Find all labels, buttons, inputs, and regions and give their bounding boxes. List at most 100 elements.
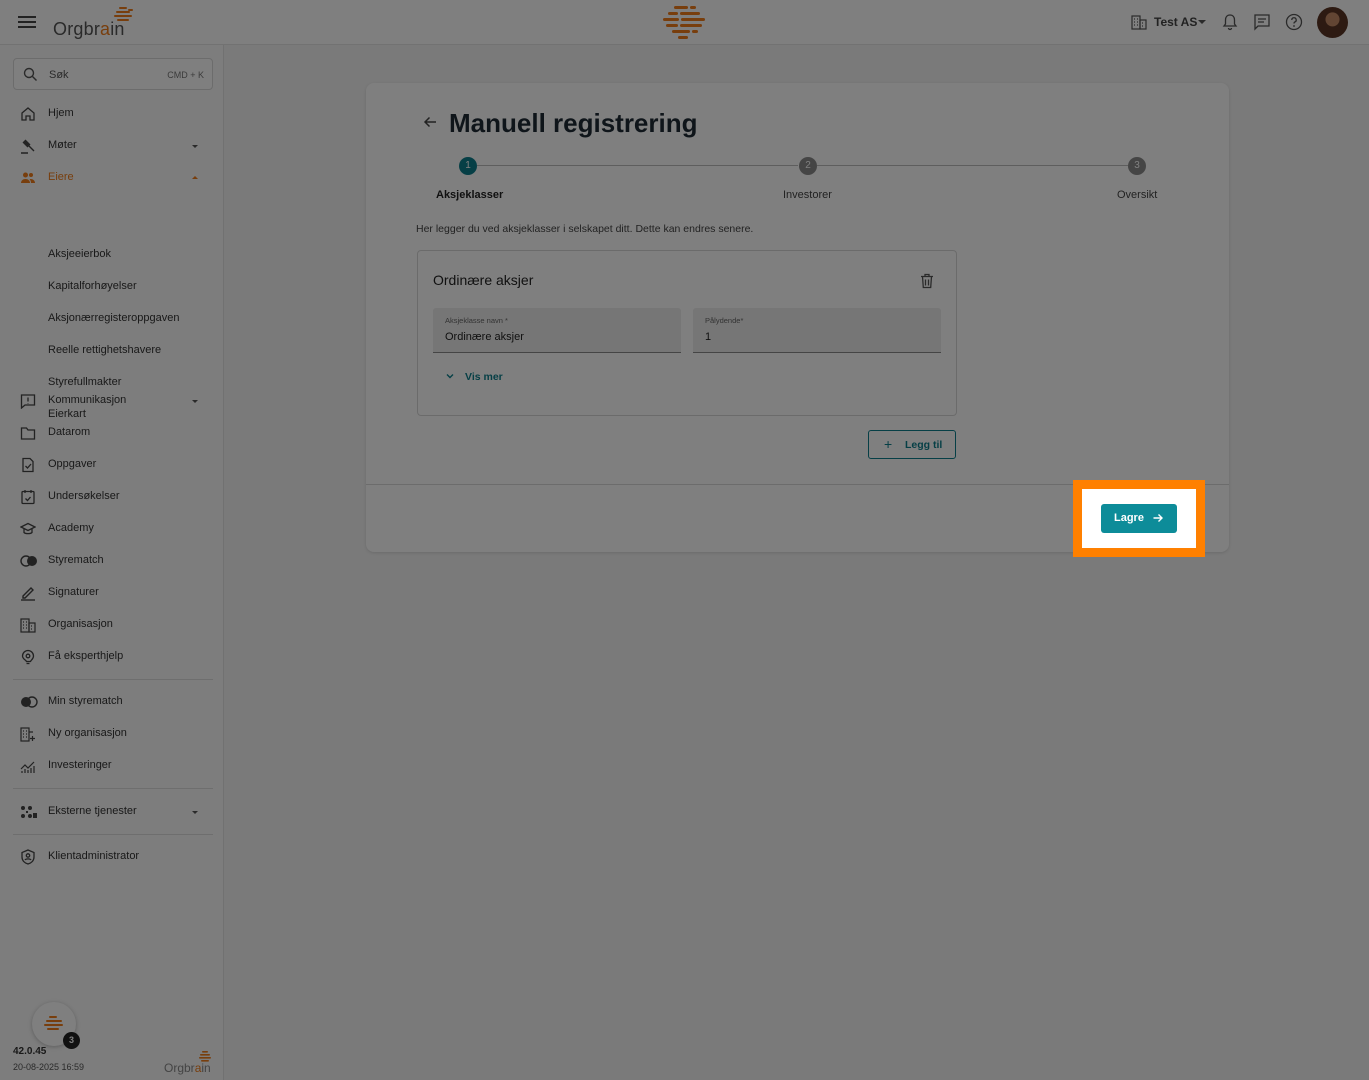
sidebar-item-organisasjon[interactable]: Organisasjon [13,612,213,638]
search-input[interactable]: Søk CMD + K [13,58,213,90]
graduation-cap-icon [20,522,36,535]
shield-user-icon [21,849,35,865]
building-icon [20,618,36,633]
help-icon[interactable] [1285,13,1303,31]
sidebar-subitem-kapitalforhoyelser[interactable]: Kapitalforhøyelser [48,280,137,292]
field-label: Pålydende* [705,316,744,325]
add-share-class-button[interactable]: + Legg til [868,430,956,459]
building-icon[interactable] [1131,14,1147,30]
sidebar-item-kommunikasjon[interactable]: Kommunikasjon [13,388,213,414]
top-bar: Orgbrain Test AS [0,0,1369,45]
sidebar-item-min-styrematch[interactable]: Min styrematch [13,689,213,715]
sidebar-item-ny-organisasjon[interactable]: Ny organisasjon [13,721,213,747]
sidebar-item-label: Undersøkelser [48,490,120,502]
folder-icon [20,427,36,440]
step-2-label: Investorer [783,189,832,201]
sidebar-item-eksperthjelp[interactable]: Få eksperthjelp [13,644,213,670]
sidebar-item-label: Kommunikasjon [48,394,127,406]
announcement-icon [20,394,36,409]
intro-text: Her legger du ved aksjeklasser i selskap… [416,223,754,235]
field-value: 1 [705,331,712,343]
chat-icon[interactable] [1253,13,1271,31]
sidebar-item-label: Signaturer [48,586,99,598]
sidebar-item-label: Ny organisasjon [48,727,127,739]
build-date: 20-08-2025 16:59 [13,1062,85,1072]
org-switcher[interactable]: Test AS [1154,15,1197,29]
app-version: 42.0.45 [13,1046,47,1057]
trash-icon[interactable] [920,273,934,289]
brand-mark-icon [199,1051,211,1062]
share-class-card: Ordinære aksjer Aksjeklasse navn * Ordin… [417,250,957,416]
sidebar-item-academy[interactable]: Academy [13,516,213,542]
chevron-down-icon [192,811,198,814]
sidebar-item-moter[interactable]: Møter [13,133,213,159]
step-1-label: Aksjeklasser [436,189,504,201]
sidebar-item-styrematch[interactable]: Styrematch [13,548,213,574]
step-3-label: Oversikt [1117,189,1158,201]
center-logo-icon[interactable] [660,4,708,40]
bell-icon[interactable] [1222,13,1238,31]
sidebar-subitem-aksjeeierbok[interactable]: Aksjeeierbok [48,248,111,260]
arrow-right-icon [1153,514,1163,522]
footer-brand: Orgbrain [164,1061,211,1075]
task-icon [22,457,34,473]
sidebar-item-label: Datarom [48,426,91,438]
step-1-indicator[interactable]: 1 [459,157,477,175]
brand-mark-icon [114,7,133,21]
chart-icon [20,761,35,773]
styrematch-icon [21,696,38,708]
sidebar-item-oppgaver[interactable]: Oppgaver [13,452,213,478]
sidebar-subitem-styrefullmakter[interactable]: Styrefullmakter [48,376,121,388]
stepper-connector [477,165,798,166]
sidebar-item-label: Min styrematch [48,695,123,707]
sidebar-item-label: Hjem [48,107,74,119]
avatar[interactable] [1317,7,1348,38]
sidebar-item-label: Eksterne tjenester [48,805,137,817]
plus-icon: + [884,436,893,452]
share-class-name-field[interactable]: Aksjeklasse navn * Ordinære aksjer [433,308,681,353]
sidebar-item-label: Oppgaver [48,458,97,470]
chevron-down-icon[interactable] [1198,20,1206,24]
sidebar-item-signaturer[interactable]: Signaturer [13,580,213,606]
styrematch-icon [20,555,37,567]
sidebar-item-label: Investeringer [48,759,112,771]
sidebar-divider [13,679,213,680]
sidebar-item-investeringer[interactable]: Investeringer [13,753,213,779]
assistant-button[interactable]: 3 [32,1002,80,1049]
save-button[interactable]: Lagre [1101,504,1177,533]
sidebar-subitem-reelle-rettighetshavere[interactable]: Reelle rettighetshavere [48,344,161,356]
registration-card: Manuell registrering 1 2 3 Aksjeklasser … [366,83,1229,552]
expert-help-icon [21,649,35,665]
integrations-icon [21,806,37,818]
sidebar-item-hjem[interactable]: Hjem [13,101,213,127]
page-title: Manuell registrering [449,108,698,138]
brand-mark-icon [44,1016,63,1030]
add-building-icon [20,727,35,742]
sidebar-item-eksterne-tjenester[interactable]: Eksterne tjenester [13,799,213,825]
sidebar-item-klientadministrator[interactable]: Klientadministrator [13,844,213,870]
chevron-down-icon [192,400,198,403]
step-2-indicator[interactable]: 2 [799,157,817,175]
notification-badge: 3 [63,1032,80,1049]
menu-icon[interactable] [18,13,36,31]
sidebar-divider [13,834,213,835]
add-button-label: Legg til [905,439,943,451]
gavel-icon [21,139,35,154]
sidebar-item-datarom[interactable]: Datarom [13,420,213,446]
survey-icon [21,490,35,505]
signature-icon [21,587,35,601]
stepper-connector [817,165,1128,166]
sidebar: Søk CMD + K Hjem Møter Eiere Aksjeeierbo… [0,45,224,1080]
par-value-field[interactable]: Pålydende* 1 [693,308,941,353]
sidebar-item-undersokelser[interactable]: Undersøkelser [13,484,213,510]
sidebar-subitem-aksjonaerregisteroppgaven[interactable]: Aksjonærregisteroppgaven [48,312,179,324]
sidebar-divider [13,788,213,789]
chevron-down-icon [192,145,198,148]
step-3-indicator[interactable]: 3 [1128,157,1146,175]
sidebar-item-eiere[interactable]: Eiere [13,165,213,191]
home-icon [21,107,35,121]
arrow-left-icon[interactable] [422,114,438,130]
search-shortcut: CMD + K [167,70,204,80]
search-icon [23,67,37,81]
chevron-down-icon [446,374,454,379]
